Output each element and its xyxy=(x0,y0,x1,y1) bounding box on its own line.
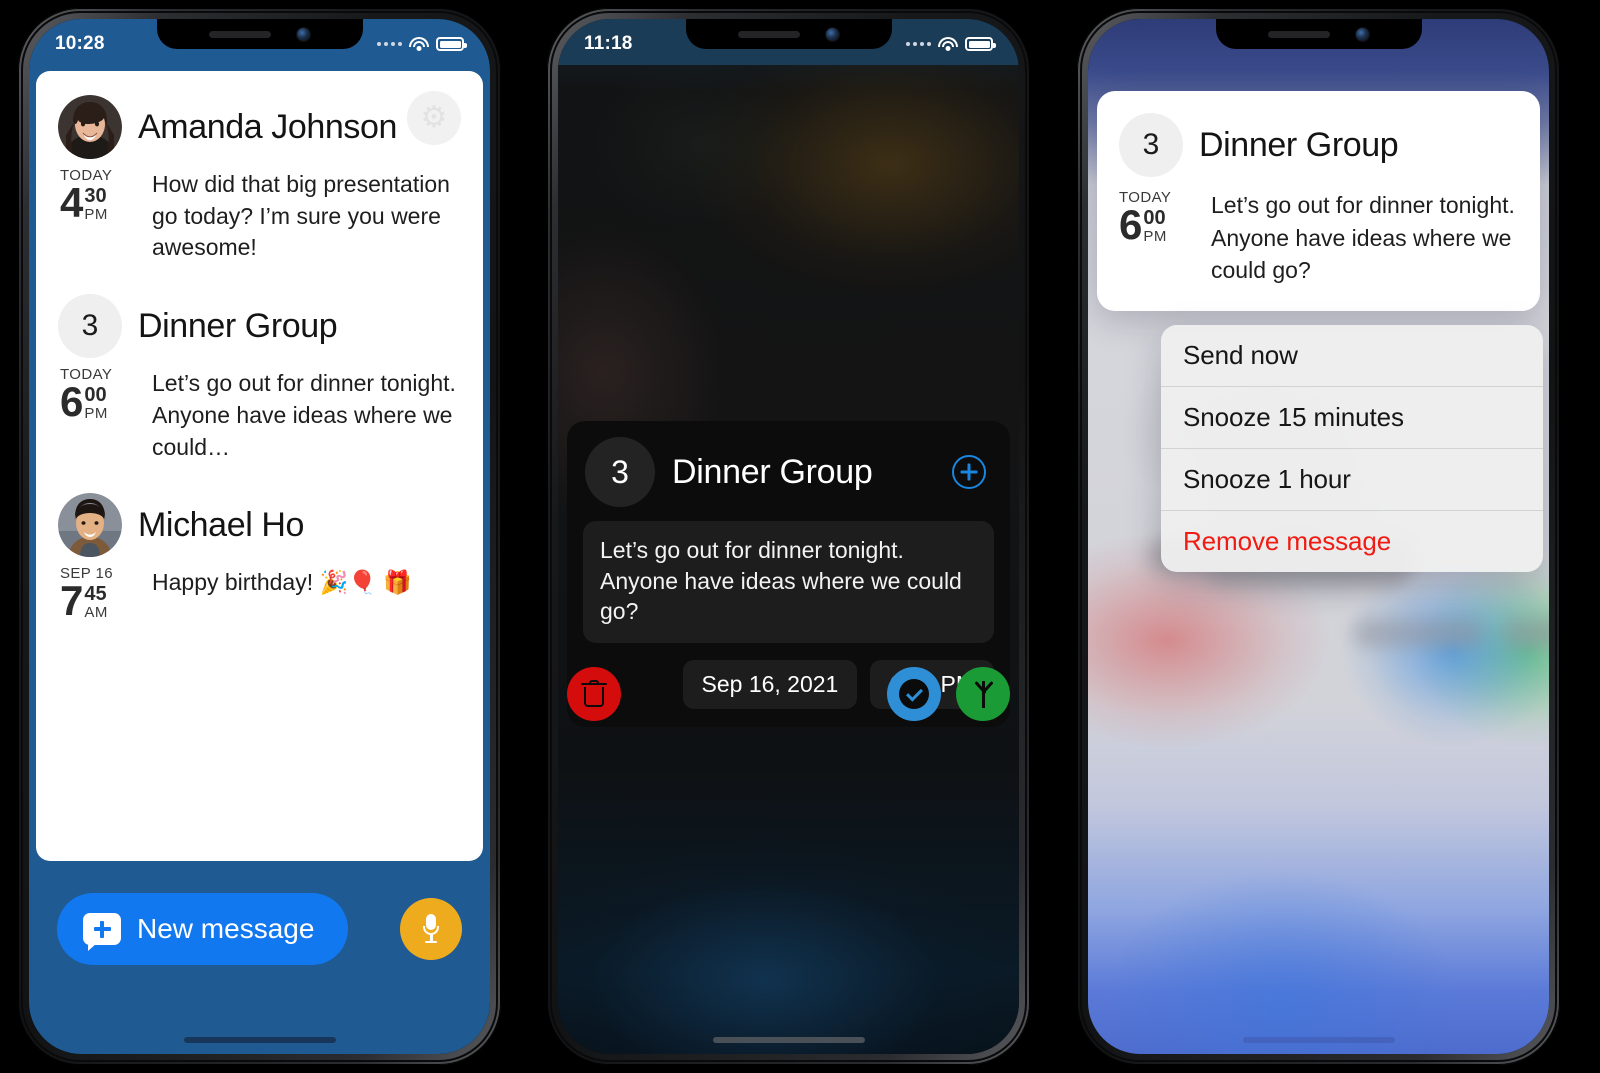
battery-icon xyxy=(965,37,996,51)
list-item[interactable]: Michael Ho SEP 16 7 45 AM Happy birthday… xyxy=(36,463,483,622)
timestamp-hour: 7 xyxy=(60,577,83,625)
voice-input-button[interactable] xyxy=(400,898,462,960)
menu-item-snooze-15-minutes[interactable]: Snooze 15 minutes xyxy=(1161,387,1543,449)
thread-body: TODAY 4 30 PM How did that big presentat… xyxy=(58,165,461,264)
avatar-dinner-group: 3 xyxy=(58,294,122,359)
thread-preview-text: Let’s go out for dinner tonight. Anyone … xyxy=(152,370,456,460)
device-notch-phone1 xyxy=(156,19,363,49)
avatar-michael-ho xyxy=(58,493,122,558)
timestamp-minute: 00 xyxy=(1143,207,1166,229)
earpiece-speaker xyxy=(1268,30,1330,38)
phone-messages-list: 10:28 ⚙ Amanda Johnson TODAY 4 30 PM How… xyxy=(18,8,501,1065)
microphone-icon xyxy=(423,914,439,944)
thread-timestamp: SEP 16 7 45 AM xyxy=(60,563,138,621)
status-bar-indicators xyxy=(906,36,996,52)
delete-button[interactable] xyxy=(567,667,621,721)
new-message-button[interactable]: New message xyxy=(57,893,349,965)
screenshot-stage: 10:28 ⚙ Amanda Johnson TODAY 4 30 PM How… xyxy=(0,0,1600,1073)
timestamp-minute: 30 xyxy=(84,185,107,207)
thread-body: SEP 16 7 45 AM Happy birthday! 🎉🎈 🎁 xyxy=(58,563,461,621)
device-notch-phone3 xyxy=(1215,19,1422,49)
notification-header: 3 Dinner Group xyxy=(1119,113,1518,177)
timestamp-minute: 00 xyxy=(84,384,107,407)
front-camera-icon xyxy=(297,27,310,41)
gear-icon: ⚙ xyxy=(420,101,448,134)
chat-bubble-plus-icon xyxy=(83,913,121,951)
wifi-icon xyxy=(938,36,958,52)
thread-timestamp: TODAY 4 30 PM xyxy=(60,165,138,223)
earpiece-speaker xyxy=(209,30,271,38)
avatar-dinner-group: 3 xyxy=(1119,113,1183,177)
earpiece-speaker xyxy=(738,30,800,38)
messages-list-card: ⚙ Amanda Johnson TODAY 4 30 PM How did t… xyxy=(36,71,483,861)
timestamp-ampm: PM xyxy=(84,405,108,423)
detail-header: 3 Dinner Group xyxy=(583,437,994,507)
timestamp-minute: 45 xyxy=(84,583,107,606)
notification-timestamp: TODAY 6 00 PM xyxy=(1119,187,1197,245)
blurred-content xyxy=(1503,619,1549,647)
notification-body: TODAY 6 00 PM Let’s go out for dinner to… xyxy=(1119,187,1518,287)
arrow-up-icon xyxy=(972,679,994,709)
trash-icon xyxy=(581,680,607,708)
screen-notification-actions: 3 Dinner Group TODAY 6 00 PM Let’s go ou… xyxy=(1088,19,1549,1054)
send-button[interactable] xyxy=(956,667,1010,721)
thread-name: Michael Ho xyxy=(138,505,305,544)
status-bar-time: 11:18 xyxy=(584,33,633,54)
status-bar-time: 10:28 xyxy=(55,33,105,54)
detail-title: Dinner Group xyxy=(672,452,873,491)
timestamp-hour: 6 xyxy=(1119,201,1142,248)
signal-dots-icon xyxy=(906,42,931,46)
timestamp-hour: 4 xyxy=(60,179,83,226)
notification-card[interactable]: 3 Dinner Group TODAY 6 00 PM Let’s go ou… xyxy=(1097,91,1540,311)
device-notch-phone2 xyxy=(685,19,892,49)
wifi-icon xyxy=(409,36,429,52)
phone-notification-actions: 3 Dinner Group TODAY 6 00 PM Let’s go ou… xyxy=(1077,8,1560,1065)
bottom-action-bar: New message xyxy=(29,861,490,1054)
list-item[interactable]: 3 Dinner Group TODAY 6 00 PM Let’s go ou… xyxy=(36,264,483,463)
front-camera-icon xyxy=(826,27,839,41)
timestamp-hour: 6 xyxy=(60,378,83,426)
thread-body: TODAY 6 00 PM Let’s go out for dinner to… xyxy=(58,364,461,463)
context-menu: Send now Snooze 15 minutes Snooze 1 hour… xyxy=(1161,325,1543,572)
thread-header: 3 Dinner Group xyxy=(58,294,461,359)
thread-header: Amanda Johnson xyxy=(58,95,461,159)
screen-message-detail: 11:18 3 Dinner Group Let’s go out for di… xyxy=(558,19,1019,1054)
menu-item-send-now[interactable]: Send now xyxy=(1161,325,1543,387)
avatar-dinner-group: 3 xyxy=(585,437,655,507)
plus-circle-icon[interactable] xyxy=(952,455,986,489)
message-bubble: Let’s go out for dinner tonight. Anyone … xyxy=(583,521,994,643)
notification-title: Dinner Group xyxy=(1199,125,1399,164)
menu-item-snooze-1-hour[interactable]: Snooze 1 hour xyxy=(1161,449,1543,511)
blurred-content xyxy=(1353,619,1483,647)
thread-header: Michael Ho xyxy=(58,493,461,558)
settings-button[interactable]: ⚙ xyxy=(407,91,461,145)
thread-preview-text: Happy birthday! 🎉🎈 🎁 xyxy=(152,569,412,596)
thread-name: Amanda Johnson xyxy=(138,107,398,146)
home-indicator[interactable] xyxy=(712,1037,865,1043)
screen-messages-list: 10:28 ⚙ Amanda Johnson TODAY 4 30 PM How… xyxy=(29,19,490,1054)
thread-name: Dinner Group xyxy=(138,306,338,345)
home-indicator[interactable] xyxy=(183,1037,336,1043)
timestamp-ampm: PM xyxy=(84,206,108,223)
timestamp-ampm: AM xyxy=(84,604,108,622)
thread-timestamp: TODAY 6 00 PM xyxy=(60,364,138,422)
new-message-label: New message xyxy=(137,913,315,944)
check-circle-icon xyxy=(899,679,929,709)
thread-preview-text: How did that big presentation go today? … xyxy=(152,171,450,261)
status-bar-indicators xyxy=(377,36,467,52)
confirm-button[interactable] xyxy=(887,667,941,721)
front-camera-icon xyxy=(1356,27,1369,41)
menu-item-remove-message[interactable]: Remove message xyxy=(1161,511,1543,572)
notification-message: Let’s go out for dinner tonight. Anyone … xyxy=(1211,192,1515,284)
avatar-amanda-johnson xyxy=(58,95,122,159)
battery-icon xyxy=(436,37,467,51)
signal-dots-icon xyxy=(377,42,402,46)
phone-message-detail: 11:18 3 Dinner Group Let’s go out for di… xyxy=(547,8,1030,1065)
home-indicator[interactable] xyxy=(1242,1037,1395,1043)
timestamp-ampm: PM xyxy=(1143,228,1167,245)
detail-action-row xyxy=(567,664,1010,724)
